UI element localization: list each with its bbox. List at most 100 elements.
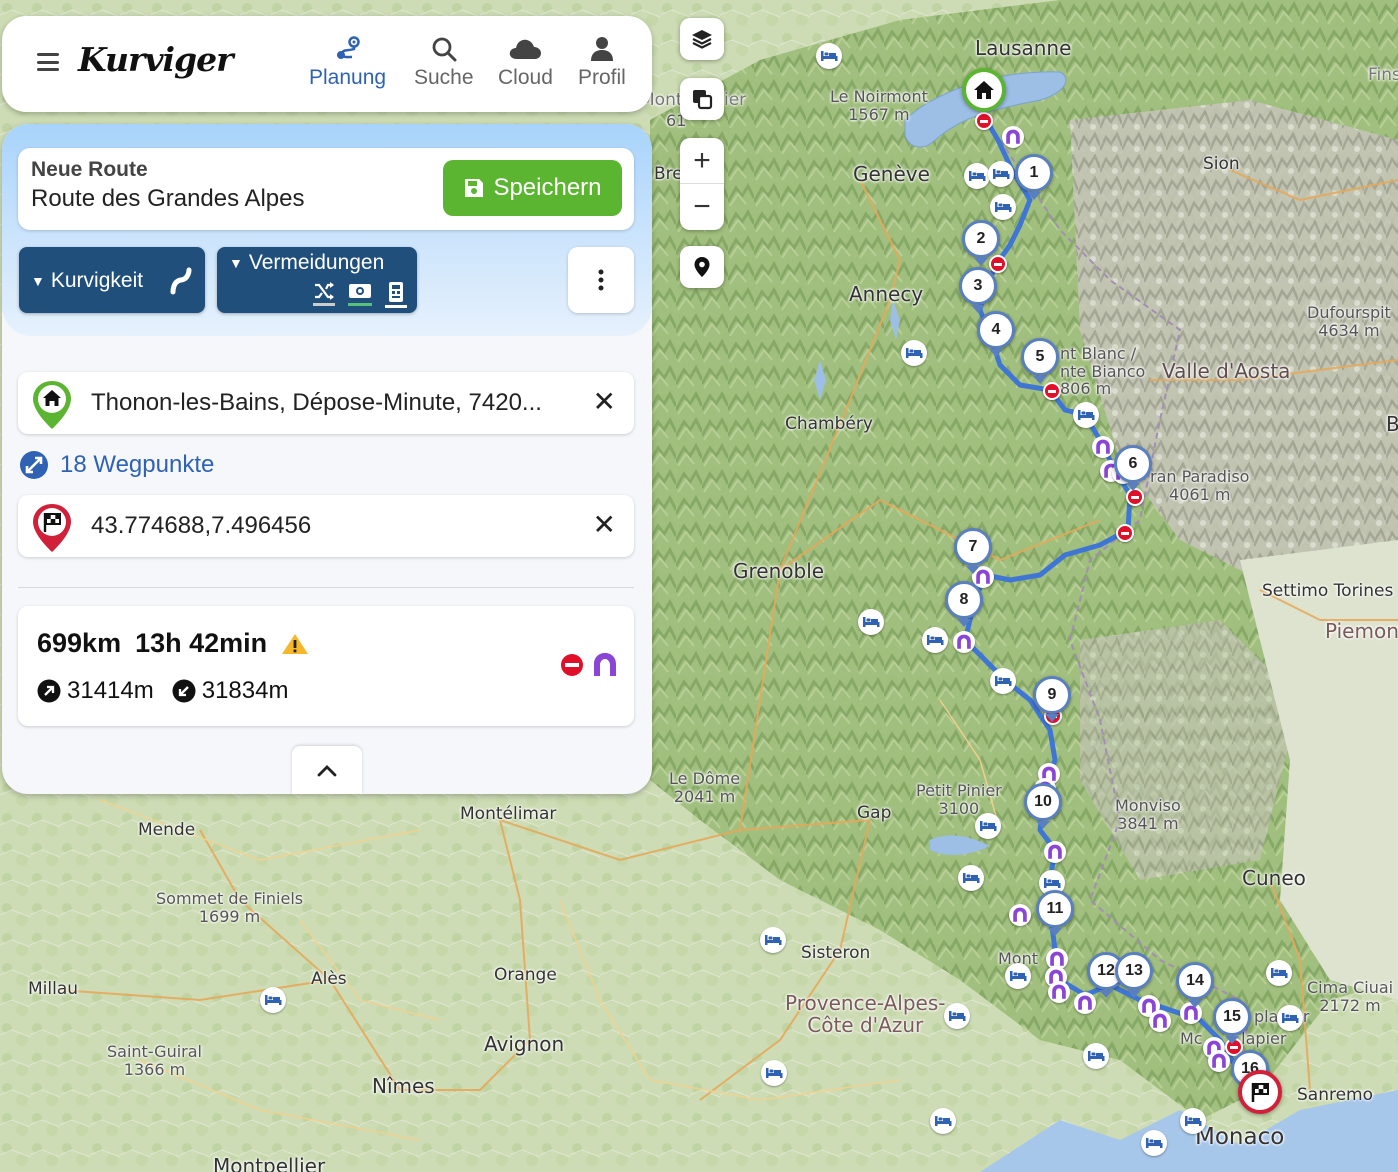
waypoint-marker-9[interactable]: 9 [1033,676,1071,722]
waypoint-marker-15[interactable]: 15 [1213,998,1251,1044]
avoid-vignette-toggle[interactable] [385,281,407,308]
remove-destination-button[interactable]: ✕ [593,511,616,539]
hotel-bed-icon[interactable] [816,43,842,69]
nav-suche[interactable]: Suche [414,34,474,90]
waypoint-marker-5[interactable]: 5 [1021,338,1059,384]
tunnel-icon[interactable] [1074,992,1096,1014]
avoidances-button[interactable]: ▼ Vermeidungen [217,247,417,313]
collapse-panel-button[interactable] [292,746,362,794]
waypoint-marker-4[interactable]: 4 [977,311,1015,357]
map-peak-paradiso: ran Paradiso 4061 m [1150,467,1250,504]
route-name-card[interactable]: Neue Route Route des Grandes Alpes Speic… [18,148,634,230]
toll-money-icon [349,284,371,298]
hotel-bed-icon[interactable] [260,987,286,1013]
no-entry-icon[interactable] [1116,524,1134,542]
nav-profil[interactable]: Profil [578,34,626,90]
tunnel-icon[interactable] [1149,1010,1171,1032]
route-summary-card[interactable]: 699km 13h 42min 31414m 31834m [18,606,634,726]
waypoint-marker-3[interactable]: 3 [959,267,997,313]
waypoints-count[interactable]: 18 Wegpunkte [60,451,214,479]
destination-marker-icon[interactable] [1238,1070,1282,1114]
more-options-button[interactable] [568,247,634,313]
tunnel-icon[interactable] [1048,981,1070,1003]
hamburger-menu-icon[interactable] [37,53,59,71]
hotel-bed-icon[interactable] [964,163,990,189]
hotel-bed-icon[interactable] [858,609,884,635]
hotel-bed-icon[interactable] [1180,1108,1206,1134]
waypoint-marker-7[interactable]: 7 [954,528,992,574]
caret-down-icon: ▼ [229,255,243,271]
map-label-lausanne: Lausanne [975,36,1072,60]
finish-flag-pin-icon [33,504,71,552]
tunnel-icon[interactable] [592,652,618,678]
zoom-in-button[interactable]: + [680,138,724,184]
hotel-bed-icon[interactable] [1277,1005,1303,1031]
start-location-row[interactable]: Thonon-les-Bains, Dépose-Minute, 7420...… [18,372,634,434]
hotel-bed-icon[interactable] [761,1060,787,1086]
avoid-highways-toggle[interactable] [313,281,335,308]
hotel-bed-icon[interactable] [1073,402,1099,428]
top-header: Kurviger Planung Suche Cloud Profil [2,16,652,112]
more-vertical-icon [598,269,604,291]
tunnel-icon[interactable] [953,631,975,653]
hotel-bed-icon[interactable] [990,194,1016,220]
waypoint-marker-2[interactable]: 2 [962,220,1000,266]
hotel-bed-icon[interactable] [990,668,1016,694]
no-entry-icon[interactable] [989,255,1007,273]
hotel-bed-icon[interactable] [930,1108,956,1134]
ascent-icon [37,679,61,703]
hotel-bed-icon[interactable] [944,1003,970,1029]
save-button-label: Speichern [493,174,602,201]
tunnel-icon[interactable] [1002,126,1024,148]
hotel-bed-icon[interactable] [1266,960,1292,986]
map-label-provence: Provence-Alpes- Côte d'Azur [785,991,946,1037]
curviness-label: Kurvigkeit [50,269,144,292]
nav-planung[interactable]: Planung [309,34,386,90]
start-location-text[interactable]: Thonon-les-Bains, Dépose-Minute, 7420... [91,389,542,417]
start-marker-icon[interactable] [962,68,1006,112]
map-style-button[interactable] [680,78,724,120]
nav-planung-label: Planung [309,66,387,89]
waypoint-marker-1[interactable]: 1 [1015,154,1053,200]
hotel-bed-icon[interactable] [988,161,1014,187]
waypoint-marker-11[interactable]: 11 [1036,890,1074,936]
waypoint-marker-13[interactable]: 13 [1115,952,1153,998]
hotel-bed-icon[interactable] [1005,963,1031,989]
no-entry-icon[interactable] [975,112,993,130]
zoom-out-button[interactable]: − [680,184,724,230]
destination-row[interactable]: 43.774688,7.496456 ✕ [18,495,634,557]
waypoint-marker-6[interactable]: 6 [1114,445,1152,491]
map-peak-cimaciuaie: Cima Ciuai 2172 m [1307,978,1394,1015]
avoid-tolls-toggle[interactable] [347,281,373,308]
route-descent: 31834m [201,677,289,704]
route-name[interactable]: Route des Grandes Alpes [31,185,305,213]
hotel-bed-icon[interactable] [1083,1043,1109,1069]
curviness-button[interactable]: ▼ Kurvigkeit [19,247,205,313]
nav-cloud[interactable]: Cloud [498,34,553,90]
tunnel-icon[interactable] [1009,904,1031,926]
profile-icon [590,34,614,64]
tunnel-icon[interactable] [1044,841,1066,863]
hotel-bed-icon[interactable] [1141,1130,1167,1156]
no-entry-icon[interactable] [560,653,584,677]
waypoint-marker-10[interactable]: 10 [1024,783,1062,829]
hotel-bed-icon[interactable] [901,340,927,366]
layers-button[interactable] [680,18,724,60]
locate-button[interactable] [680,246,724,288]
waypoint-marker-14[interactable]: 14 [1176,962,1214,1008]
expand-waypoints-icon[interactable] [18,449,50,481]
no-entry-icon[interactable] [1043,382,1061,400]
tunnel-icon[interactable] [1092,436,1114,458]
waypoint-marker-8[interactable]: 8 [945,581,983,627]
map-label-geneve: Genève [853,162,930,186]
save-button[interactable]: Speichern [443,160,622,216]
hotel-bed-icon[interactable] [922,627,948,653]
hotel-bed-icon[interactable] [760,927,786,953]
hotel-bed-icon[interactable] [958,865,984,891]
remove-start-button[interactable]: ✕ [593,388,616,416]
destination-text[interactable]: 43.774688,7.496456 [91,512,311,540]
warning-icon[interactable] [281,632,309,656]
nav-profil-label: Profil [578,66,626,89]
hotel-bed-icon[interactable] [975,813,1001,839]
location-pin-icon [694,257,710,277]
